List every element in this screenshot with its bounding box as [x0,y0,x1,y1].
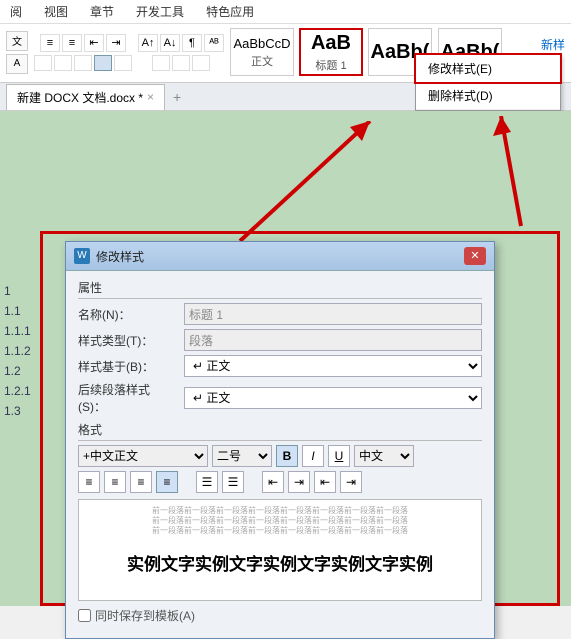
dialog-title: 修改样式 [96,248,458,265]
menu-special[interactable]: 特色应用 [206,3,254,20]
font-grow-icon[interactable]: A↑ [138,34,158,52]
document-canvas: X 网 1 1.1 1.1.1 1.1.2 1.2 1.2.1 1.3 W 修改… [0,111,571,606]
wen-button[interactable]: 文 [6,31,28,51]
preview-pane: 前一段落前一段落前一段落前一段落前一段落前一段落前一段落前一段落 前一段落前一段… [78,499,482,601]
name-label: 名称(N)： [78,306,176,323]
delete-style-item[interactable]: 删除样式(D) [416,82,560,110]
linespace-icon[interactable] [152,55,170,71]
spacing-1-button[interactable]: ☰ [196,471,218,493]
menu-bar: 阅 视图 章节 开发工具 特色应用 [0,0,571,24]
shading-icon[interactable] [172,55,190,71]
close-tab-icon[interactable]: × [147,90,154,104]
spacing-2-button[interactable]: ☰ [222,471,244,493]
align-justify-button[interactable]: ≡ [156,471,178,493]
size-select[interactable]: 二号 [212,445,272,467]
outdent-button[interactable]: ⇤ [314,471,336,493]
style-context-menu: 修改样式(E) 删除样式(D) [415,54,561,111]
base-select[interactable]: ↵ 正文 [184,355,482,377]
indent-inc-button[interactable]: ⇥ [288,471,310,493]
save-template-label: 同时保存到模板(A) [95,607,195,624]
menu-chapter[interactable]: 章节 [90,3,114,20]
section-properties: 属性 [78,279,482,299]
align-left-icon[interactable] [34,55,52,71]
indent-dec-icon[interactable]: ≡ [40,34,60,52]
align-left-button[interactable]: ≡ [78,471,100,493]
italic-button[interactable]: I [302,445,324,467]
document-tab[interactable]: 新建 DOCX 文档.docx * × [6,84,165,110]
sample-text: 实例文字实例文字实例文字实例文字实例 [85,550,475,575]
add-tab-button[interactable]: + [165,89,189,105]
indent-icon[interactable]: ⇥ [106,34,126,52]
style-heading1[interactable]: AaB 标题 1 [299,28,363,76]
align-right-icon[interactable] [74,55,92,71]
menu-dev[interactable]: 开发工具 [136,3,184,20]
outline-numbers: 1 1.1 1.1.1 1.1.2 1.2 1.2.1 1.3 [4,281,31,421]
indent-inc-icon[interactable]: ≡ [62,34,82,52]
align-center-icon[interactable] [54,55,72,71]
font-select[interactable]: +中文正文 [78,445,208,467]
modify-style-item[interactable]: 修改样式(E) [414,53,562,84]
tab-label: 新建 DOCX 文档.docx * [17,89,143,106]
align-row [34,55,132,71]
section-format: 格式 [78,421,482,441]
underline-button[interactable]: U [328,445,350,467]
lang-select[interactable]: 中文 [354,445,414,467]
dialog-titlebar[interactable]: W 修改样式 ✕ [66,242,494,271]
name-field[interactable] [184,303,482,325]
abc-icon[interactable]: ᴬᴮ [204,34,224,52]
pilcrow-icon[interactable]: ¶ [182,34,202,52]
borders-icon[interactable] [192,55,210,71]
type-field [184,329,482,351]
outdent-icon[interactable]: ⇤ [84,34,104,52]
font-shrink-icon[interactable]: A↓ [160,34,180,52]
indent-row: ≡ ≡ ⇤ ⇥ [40,34,126,52]
align-dist-icon[interactable] [114,55,132,71]
indent2-button[interactable]: ⇥ [340,471,362,493]
modify-style-dialog: W 修改样式 ✕ 属性 名称(N)： 样式类型(T)： 样式基于(B)： ↵ 正… [65,241,495,639]
red-arrow-2 [481,116,541,236]
dialog-body: 属性 名称(N)： 样式类型(T)： 样式基于(B)： ↵ 正文 后续段落样式(… [66,271,494,638]
base-label: 样式基于(B)： [78,358,176,375]
app-icon: W [74,248,90,264]
indent-dec-button[interactable]: ⇤ [262,471,284,493]
next-label: 后续段落样式(S)： [78,381,176,415]
menu-view[interactable]: 视图 [44,3,68,20]
new-style-link[interactable]: 新样 [541,36,565,53]
menu-read[interactable]: 阅 [10,3,22,20]
align-justify-icon[interactable] [94,55,112,71]
style-normal[interactable]: AaBbCcD 正文 [230,28,294,76]
font-a-button[interactable]: A [6,54,28,74]
align-center-button[interactable]: ≡ [104,471,126,493]
save-template-checkbox[interactable] [78,609,91,622]
close-icon[interactable]: ✕ [464,247,486,265]
bold-button[interactable]: B [276,445,298,467]
type-label: 样式类型(T)： [78,332,176,349]
align-right-button[interactable]: ≡ [130,471,152,493]
next-select[interactable]: ↵ 正文 [184,387,482,409]
